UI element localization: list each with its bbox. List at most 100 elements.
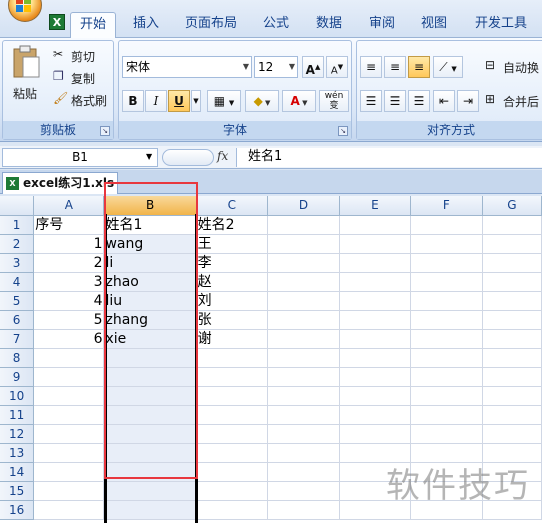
column-header-e[interactable]: E: [339, 196, 411, 216]
cell-c8[interactable]: [196, 348, 269, 368]
tab-developer[interactable]: 开发工具: [468, 12, 534, 38]
cell-g6[interactable]: [482, 310, 542, 330]
tab-home[interactable]: 开始: [70, 12, 116, 38]
merge-center-button[interactable]: ⊞ 合并后: [485, 91, 542, 111]
cell-g1[interactable]: [482, 215, 542, 235]
row-header[interactable]: 5: [0, 291, 35, 311]
cell-d3[interactable]: [267, 253, 340, 273]
cell-b3[interactable]: li: [103, 253, 197, 273]
row-header[interactable]: 9: [0, 367, 35, 387]
grow-font-button[interactable]: A▲: [302, 56, 324, 78]
cell-g12[interactable]: [482, 424, 542, 444]
cell-e7[interactable]: [339, 329, 411, 349]
italic-button[interactable]: I: [145, 90, 167, 112]
cell-c2[interactable]: 王: [196, 234, 269, 254]
cell-b13[interactable]: [103, 443, 197, 463]
cell-e5[interactable]: [339, 291, 411, 311]
column-header-d[interactable]: D: [267, 196, 340, 216]
cell-b6[interactable]: zhang: [103, 310, 197, 330]
font-color-button[interactable]: A ▼: [282, 90, 316, 112]
cell-f4[interactable]: [410, 272, 483, 292]
cell-g8[interactable]: [482, 348, 542, 368]
cell-d13[interactable]: [267, 443, 340, 463]
cell-a8[interactable]: [33, 348, 105, 368]
font-name-select[interactable]: 宋体 ▼: [122, 56, 252, 78]
insert-function-icon[interactable]: fx: [217, 149, 228, 163]
cell-b7[interactable]: xie: [103, 329, 197, 349]
row-header[interactable]: 2: [0, 234, 35, 254]
phonetic-button[interactable]: wén 变: [319, 90, 349, 112]
workbook-tab[interactable]: X excel练习1.xls: [2, 172, 118, 194]
cell-f9[interactable]: [410, 367, 483, 387]
cell-d8[interactable]: [267, 348, 340, 368]
column-header-c[interactable]: C: [196, 196, 269, 216]
cell-a3[interactable]: 2: [33, 253, 105, 273]
cell-a12[interactable]: [33, 424, 105, 444]
cell-e12[interactable]: [339, 424, 411, 444]
cell-b1[interactable]: 姓名1: [103, 215, 197, 235]
cell-c16[interactable]: [196, 500, 269, 520]
align-middle-button[interactable]: ≡: [384, 56, 406, 78]
cell-b15[interactable]: [103, 481, 197, 501]
cell-a4[interactable]: 3: [33, 272, 105, 292]
cell-c11[interactable]: [196, 405, 269, 425]
font-size-select[interactable]: 12 ▼: [254, 56, 298, 78]
column-header-b[interactable]: B: [103, 196, 197, 216]
tab-data[interactable]: 数据: [308, 12, 350, 38]
orientation-button[interactable]: ⟋ ▼: [433, 56, 463, 78]
cell-e8[interactable]: [339, 348, 411, 368]
cell-d5[interactable]: [267, 291, 340, 311]
cell-b16[interactable]: [103, 500, 197, 520]
cell-f1[interactable]: [410, 215, 483, 235]
align-left-button[interactable]: ☰: [360, 90, 382, 112]
cell-a13[interactable]: [33, 443, 105, 463]
clipboard-launcher-icon[interactable]: ↘: [100, 126, 110, 136]
cell-d6[interactable]: [267, 310, 340, 330]
cell-f12[interactable]: [410, 424, 483, 444]
align-center-button[interactable]: ☰: [384, 90, 406, 112]
cell-d10[interactable]: [267, 386, 340, 406]
cell-b2[interactable]: wang: [103, 234, 197, 254]
cell-g2[interactable]: [482, 234, 542, 254]
cell-g4[interactable]: [482, 272, 542, 292]
cell-c1[interactable]: 姓名2: [196, 215, 269, 235]
cell-d7[interactable]: [267, 329, 340, 349]
office-button[interactable]: [8, 0, 42, 22]
cell-f8[interactable]: [410, 348, 483, 368]
cell-c12[interactable]: [196, 424, 269, 444]
format-painter-button[interactable]: 🖌 格式刷: [53, 91, 113, 109]
cell-g9[interactable]: [482, 367, 542, 387]
row-header[interactable]: 10: [0, 386, 35, 406]
border-button[interactable]: ▦ ▼: [207, 90, 241, 112]
cell-c5[interactable]: 刘: [196, 291, 269, 311]
font-launcher-icon[interactable]: ↘: [338, 126, 348, 136]
column-header-g[interactable]: G: [482, 196, 542, 216]
column-header-f[interactable]: F: [410, 196, 483, 216]
row-header[interactable]: 15: [0, 481, 35, 501]
formula-bar-resize-handle[interactable]: [162, 149, 214, 166]
tab-view[interactable]: 视图: [414, 12, 454, 38]
tab-formulas[interactable]: 公式: [256, 12, 296, 38]
row-header[interactable]: 14: [0, 462, 35, 482]
tab-insert[interactable]: 插入: [126, 12, 166, 38]
shrink-font-button[interactable]: A▼: [326, 56, 348, 78]
select-all-corner[interactable]: [0, 196, 35, 216]
cell-f3[interactable]: [410, 253, 483, 273]
cell-b5[interactable]: liu: [103, 291, 197, 311]
cell-e3[interactable]: [339, 253, 411, 273]
row-header[interactable]: 7: [0, 329, 35, 349]
align-right-button[interactable]: ☰: [408, 90, 430, 112]
cell-c10[interactable]: [196, 386, 269, 406]
row-header[interactable]: 3: [0, 253, 35, 273]
cell-e1[interactable]: [339, 215, 411, 235]
row-header[interactable]: 6: [0, 310, 35, 330]
cell-a1[interactable]: 序号: [33, 215, 105, 235]
cell-b12[interactable]: [103, 424, 197, 444]
cell-c3[interactable]: 李: [196, 253, 269, 273]
cell-c4[interactable]: 赵: [196, 272, 269, 292]
cell-a9[interactable]: [33, 367, 105, 387]
cell-f6[interactable]: [410, 310, 483, 330]
tab-review[interactable]: 审阅: [362, 12, 402, 38]
column-header-a[interactable]: A: [33, 196, 105, 216]
cell-d14[interactable]: [267, 462, 340, 482]
